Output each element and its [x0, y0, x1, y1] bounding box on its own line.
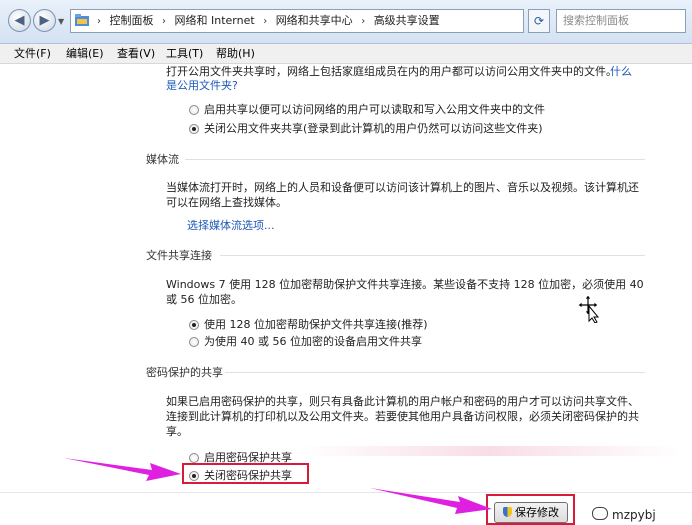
breadcrumb-network-internet[interactable]: 网络和 Internet — [175, 14, 255, 27]
public-folder-off-label[interactable]: 关闭公用文件夹共享(登录到此计算机的用户仍然可以访问这些文件夹) — [204, 121, 543, 136]
back-button[interactable]: ◀ — [8, 9, 31, 32]
breadcrumb-advanced-sharing[interactable]: 高级共享设置 — [374, 14, 440, 27]
divider — [220, 255, 645, 256]
search-input[interactable]: 搜索控制面板 — [556, 9, 686, 33]
breadcrumb-network-sharing-center[interactable]: 网络和共享中心 — [276, 14, 353, 27]
encryption-40-56-label[interactable]: 为使用 40 或 56 位加密的设备启用文件共享 — [204, 334, 422, 349]
file-sharing-heading: 文件共享连接 — [146, 249, 212, 262]
public-folder-on-label[interactable]: 启用共享以便可以访问网络的用户可以读取和写入公用文件夹中的文件 — [204, 102, 545, 117]
annotation-arrows — [64, 446, 680, 514]
watermark: mzpybj — [592, 507, 656, 522]
public-folder-help-link-cont[interactable]: 是公用文件夹? — [166, 78, 238, 93]
menu-tools[interactable]: 工具(T) — [166, 44, 203, 63]
address-bar: ◀ ▶ ▼ › 控制面板 › 网络和 Internet › 网络和共享中心 › … — [0, 0, 692, 44]
control-panel-icon — [75, 14, 89, 26]
pink-smudge — [300, 446, 680, 456]
media-options-link[interactable]: 选择媒体流选项... — [187, 218, 275, 233]
arrow-to-save-icon — [370, 488, 492, 514]
media-description-line1: 当媒体流打开时，网络上的人员和设备便可以访问该计算机上的图片、音乐以及视频。该计… — [166, 181, 639, 194]
wechat-icon — [592, 507, 608, 520]
address-field[interactable]: › 控制面板 › 网络和 Internet › 网络和共享中心 › 高级共享设置… — [70, 9, 584, 33]
encryption-128-label[interactable]: 使用 128 位加密帮助保护文件共享连接(推荐) — [204, 317, 428, 332]
menu-edit[interactable]: 编辑(E) — [66, 44, 104, 63]
public-folder-help-link[interactable]: 什么 — [610, 64, 632, 79]
encryption-40-56-radio[interactable] — [189, 337, 199, 347]
password-description-line2: 连接到此计算机的打印机以及公用文件夹。若要使其他用户具备访问权限，必须关闭密码保… — [166, 410, 639, 423]
forward-arrow-icon: ▶ — [39, 13, 50, 28]
menu-bar: 文件(F) 编辑(E) 查看(V) 工具(T) 帮助(H) — [0, 44, 692, 64]
file-sharing-description-line2: 或 56 位加密。 — [166, 293, 242, 306]
breadcrumb-separator[interactable]: › — [361, 16, 365, 27]
history-dropdown-icon[interactable]: ▼ — [58, 17, 64, 26]
divider — [185, 159, 645, 160]
media-description-line2: 可以在网络上查找媒体。 — [166, 196, 287, 209]
refresh-button[interactable]: ⟳ — [528, 9, 550, 33]
arrow-to-password-off-icon — [64, 458, 181, 481]
password-description-line3: 享。 — [166, 425, 188, 438]
breadcrumb-separator[interactable]: › — [263, 16, 267, 27]
password-heading: 密码保护的共享 — [146, 366, 223, 379]
public-folder-off-radio[interactable] — [189, 124, 199, 134]
divider — [225, 372, 645, 373]
breadcrumb-separator: › — [97, 16, 101, 27]
forward-button[interactable]: ▶ — [33, 9, 56, 32]
menu-file[interactable]: 文件(F) — [14, 44, 51, 63]
password-description-line1: 如果已启用密码保护的共享，则只有具备此计算机的用户帐户和密码的用户才可以访问共享… — [166, 395, 639, 408]
file-sharing-description-line1: Windows 7 使用 128 位加密帮助保护文件共享连接。某些设备不支持 1… — [166, 278, 644, 291]
back-arrow-icon: ◀ — [14, 13, 25, 28]
media-heading: 媒体流 — [146, 153, 179, 166]
breadcrumb-separator[interactable]: › — [162, 16, 166, 27]
refresh-icon: ⟳ — [533, 14, 545, 28]
menu-help[interactable]: 帮助(H) — [216, 44, 255, 63]
move-cursor-icon — [578, 295, 600, 323]
watermark-text: mzpybj — [612, 508, 656, 522]
public-folder-description: 打开公用文件夹共享时，网络上包括家庭组成员在内的用户都可以访问公用文件夹中的文件… — [166, 65, 617, 78]
breadcrumb-control-panel[interactable]: 控制面板 — [110, 14, 154, 27]
menu-view[interactable]: 查看(V) — [117, 44, 155, 63]
encryption-128-radio[interactable] — [189, 320, 199, 330]
public-folder-on-radio[interactable] — [189, 105, 199, 115]
